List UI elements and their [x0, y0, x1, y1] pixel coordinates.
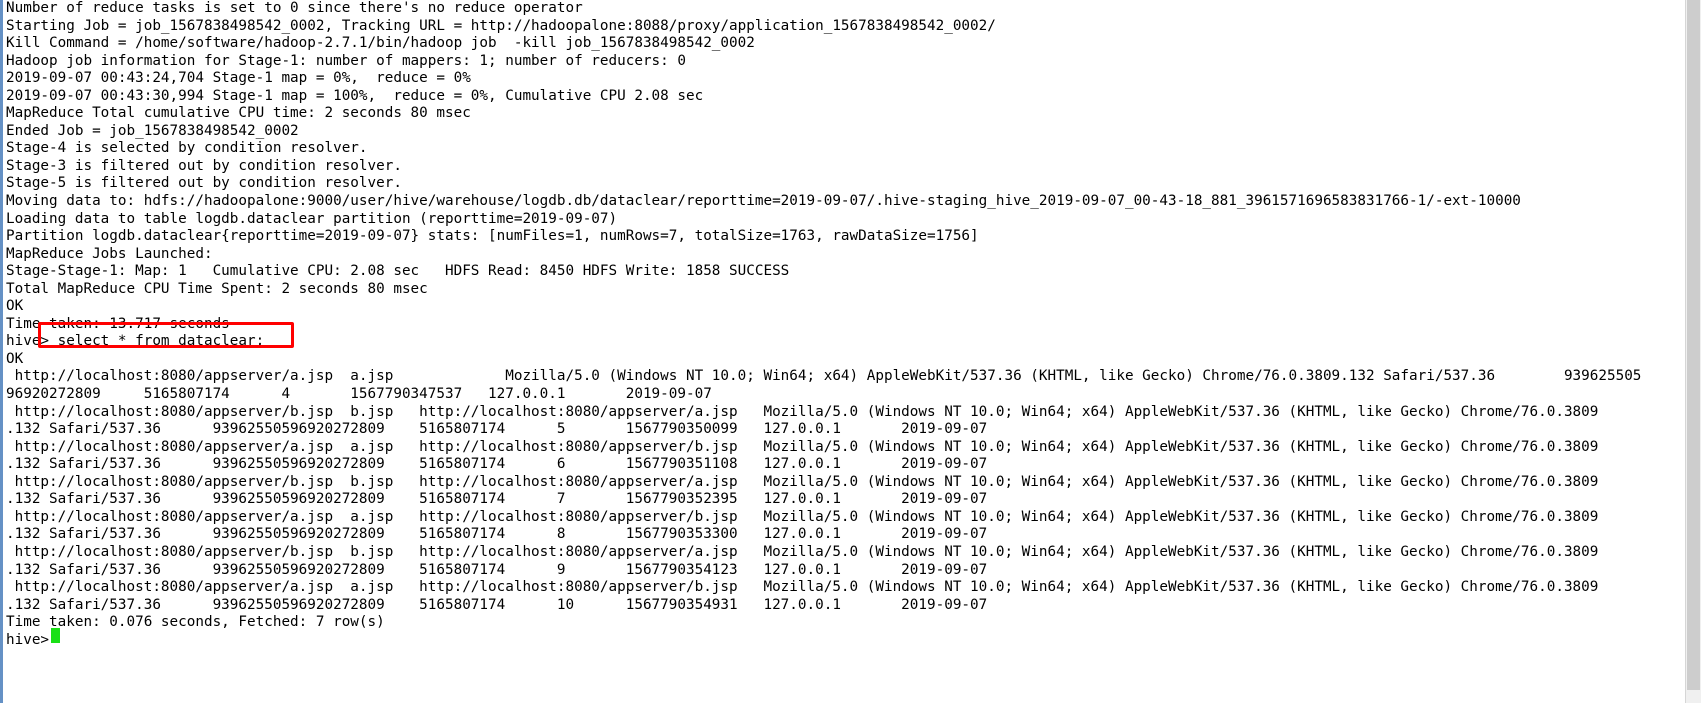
terminal-line: Stage-3 is filtered out by condition res…: [6, 157, 402, 174]
terminal-line: Stage-5 is filtered out by condition res…: [6, 175, 402, 192]
terminal-line: hive> select * from dataclear;: [6, 333, 265, 350]
terminal-line: .132 Safari/537.36 93962550596920272809 …: [6, 561, 988, 578]
terminal-line: http://localhost:8080/appserver/b.jsp b.…: [6, 543, 1599, 560]
terminal-line: .132 Safari/537.36 93962550596920272809 …: [6, 421, 988, 438]
terminal-line: .132 Safari/537.36 93962550596920272809 …: [6, 526, 988, 543]
terminal-line: Starting Job = job_1567838498542_0002, T…: [6, 17, 996, 34]
terminal-output[interactable]: Number of reduce tasks is set to 0 since…: [6, 0, 1686, 649]
vertical-scrollbar-track[interactable]: [1685, 0, 1701, 703]
terminal-line: Time taken: 13.717 seconds: [6, 315, 230, 332]
terminal-line: http://localhost:8080/appserver/a.jsp a.…: [6, 438, 1599, 455]
vertical-scrollbar-thumb[interactable]: [1687, 0, 1700, 690]
terminal-line: Time taken: 0.076 seconds, Fetched: 7 ro…: [6, 614, 385, 631]
terminal-window[interactable]: Number of reduce tasks is set to 0 since…: [0, 0, 1701, 703]
terminal-cursor: [51, 628, 60, 643]
terminal-line: 2019-09-07 00:43:30,994 Stage-1 map = 10…: [6, 87, 704, 104]
terminal-line: http://localhost:8080/appserver/a.jsp a.…: [6, 368, 1642, 385]
terminal-line: hive>: [6, 631, 58, 648]
terminal-line: MapReduce Jobs Launched:: [6, 245, 213, 262]
terminal-line: http://localhost:8080/appserver/b.jsp b.…: [6, 473, 1599, 490]
terminal-line: Kill Command = /home/software/hadoop-2.7…: [6, 35, 755, 52]
terminal-line: Partition logdb.dataclear{reporttime=201…: [6, 228, 979, 245]
terminal-left-gutter: [0, 0, 3, 703]
terminal-line: .132 Safari/537.36 93962550596920272809 …: [6, 596, 988, 613]
terminal-line: Hadoop job information for Stage-1: numb…: [6, 52, 686, 69]
terminal-line: Stage-Stage-1: Map: 1 Cumulative CPU: 2.…: [6, 263, 790, 280]
terminal-line: Loading data to table logdb.dataclear pa…: [6, 210, 618, 227]
terminal-line: http://localhost:8080/appserver/a.jsp a.…: [6, 579, 1599, 596]
terminal-line: .132 Safari/537.36 93962550596920272809 …: [6, 456, 988, 473]
terminal-line: OK: [6, 350, 24, 367]
terminal-line: Total MapReduce CPU Time Spent: 2 second…: [6, 280, 428, 297]
terminal-line: Ended Job = job_1567838498542_0002: [6, 122, 299, 139]
terminal-line: 96920272809 5165807174 4 1567790347537 1…: [6, 386, 712, 403]
terminal-line: Stage-4 is selected by condition resolve…: [6, 140, 368, 157]
terminal-line: Moving data to: hdfs://hadoopalone:9000/…: [6, 193, 1521, 210]
terminal-line: http://localhost:8080/appserver/a.jsp a.…: [6, 508, 1599, 525]
terminal-line: http://localhost:8080/appserver/b.jsp b.…: [6, 403, 1599, 420]
terminal-line: Number of reduce tasks is set to 0 since…: [6, 0, 583, 16]
terminal-line: 2019-09-07 00:43:24,704 Stage-1 map = 0%…: [6, 70, 471, 87]
terminal-line: OK: [6, 298, 24, 315]
terminal-line: MapReduce Total cumulative CPU time: 2 s…: [6, 105, 471, 122]
terminal-line: .132 Safari/537.36 93962550596920272809 …: [6, 491, 988, 508]
